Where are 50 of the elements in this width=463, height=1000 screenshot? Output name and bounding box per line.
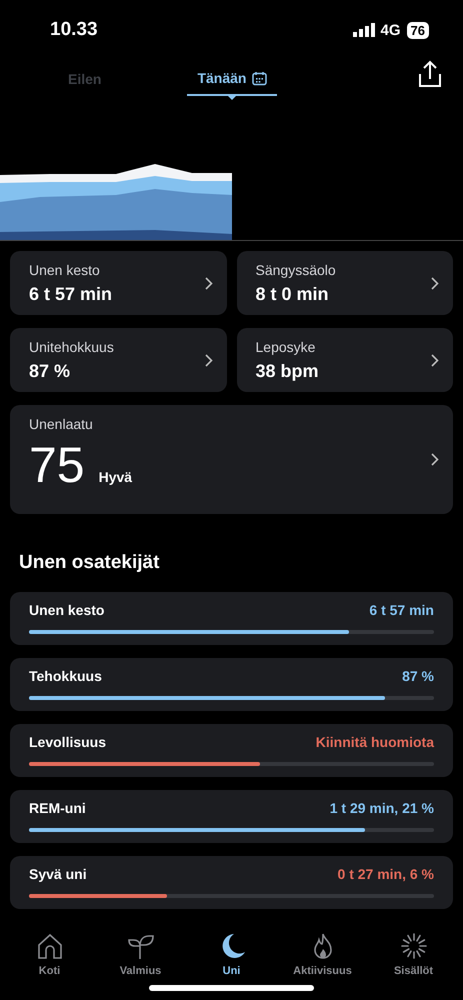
network-type: 4G — [380, 22, 401, 38]
metric-card[interactable]: Unen kesto 6 t 57 min — [10, 251, 226, 315]
nav-tab[interactable]: Koti — [4, 932, 94, 977]
burst-icon — [400, 932, 428, 960]
quality-rating: Hyvä — [98, 469, 132, 485]
metric-value: 38 bpm — [256, 360, 320, 382]
metric-card[interactable]: Leposyke 38 bpm — [236, 328, 453, 392]
metric-card[interactable]: Sängyssäolo 8 t 0 min — [236, 251, 453, 315]
chevron-icon — [204, 354, 212, 366]
nav-tab[interactable]: Valmius — [96, 932, 186, 977]
metric-label: Leposyke — [256, 338, 316, 354]
clock-time: 10.33 — [50, 19, 99, 41]
contributor-label: Levollisuus — [29, 734, 106, 750]
contributor-card[interactable]: Unen kesto 6 t 57 min — [10, 592, 453, 645]
metric-label: Unen kesto — [29, 262, 101, 278]
contributor-card[interactable]: Tehokkuus 87 % — [10, 658, 453, 711]
section-heading: Unen osatekijät — [19, 552, 160, 574]
battery-level: 76 — [406, 22, 429, 38]
contributor-card[interactable]: Syvä uni 0 t 27 min, 6 % — [10, 856, 453, 909]
metric-label: Unenlaatu — [29, 416, 94, 432]
metric-label: Unitehokkuus — [29, 338, 115, 354]
sleep-quality-card[interactable]: Unenlaatu 75 Hyvä — [10, 405, 453, 514]
contributor-label: Unen kesto — [29, 602, 104, 618]
sprout-icon — [126, 932, 154, 960]
contributor-value: 87 % — [402, 668, 434, 684]
chevron-icon — [431, 354, 439, 366]
calendar-icon — [252, 70, 268, 86]
nav-tab[interactable]: Uni — [186, 932, 276, 977]
metric-value: 8 t 0 min — [256, 284, 330, 304]
contributor-value: Kiinnitä huomiota — [316, 734, 434, 750]
contributor-label: Syvä uni — [29, 866, 87, 882]
metric-value: 6 t 57 min — [29, 284, 114, 304]
nav-tab[interactable]: Aktiivisuus — [278, 932, 368, 977]
contributor-label: Tehokkuus — [29, 668, 102, 684]
house-icon — [36, 932, 64, 960]
metric-label: Sängyssäolo — [256, 262, 337, 278]
nav-tab[interactable]: Sisällöt — [368, 932, 458, 977]
contributor-label: REM-uni — [29, 800, 86, 816]
chevron-icon — [431, 276, 439, 290]
chevron-icon — [204, 276, 212, 290]
signal-icon — [352, 23, 375, 37]
contributor-card[interactable]: REM-uni 1 t 29 min, 21 % — [10, 790, 453, 843]
contributor-value: 1 t 29 min, 21 % — [330, 800, 434, 816]
contributor-value: 6 t 57 min — [369, 602, 434, 618]
metric-card[interactable]: Unitehokkuus 87 % — [10, 328, 226, 392]
chevron-icon — [431, 453, 439, 466]
contributor-value: 0 t 27 min, 6 % — [338, 866, 434, 882]
metric-value: 87 % — [29, 360, 72, 382]
contributor-card[interactable]: Levollisuus Kiinnitä huomiota — [10, 724, 453, 777]
quality-score: 75 — [29, 440, 85, 490]
